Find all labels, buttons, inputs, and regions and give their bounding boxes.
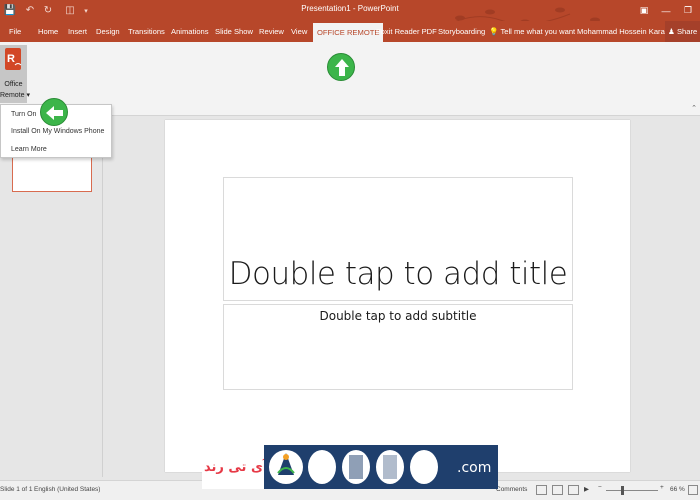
tab-slide-show[interactable]: Slide Show — [215, 21, 253, 42]
subtitle-placeholder[interactable]: Double tap to add subtitle — [223, 304, 573, 390]
title-bar: 💾 ↶ ↻ ◫ ▾ Presentation1 - PowerPoint ▣ —… — [0, 0, 700, 31]
share-person-icon: ♟ — [668, 27, 675, 36]
tab-design[interactable]: Design — [96, 21, 120, 42]
watermark-logo: آی تی رند .com — [202, 445, 498, 489]
normal-view-icon[interactable] — [536, 485, 547, 495]
office-remote-icon: R — [5, 48, 22, 70]
menu-item-learn-more[interactable]: Learn More — [11, 146, 47, 153]
tell-me-text: Tell me what you want to do — [500, 27, 577, 36]
tab-office-remote[interactable]: OFFICE REMOTE — [313, 23, 384, 42]
up-arrow-icon — [327, 53, 355, 81]
zoom-slider[interactable] — [606, 490, 658, 491]
tell-me-box[interactable]: 💡 Tell me what you want to do — [489, 21, 577, 42]
lightbulb-icon: 💡 — [489, 27, 499, 36]
slide-sorter-icon[interactable] — [552, 485, 563, 495]
office-remote-label-line1: Office — [4, 81, 23, 88]
zoom-out-icon[interactable]: − — [598, 484, 602, 491]
menu-item-install-windows-phone[interactable]: Install On My Windows Phone — [11, 128, 104, 135]
slide-thumbnail-1[interactable] — [12, 158, 92, 192]
tab-storyboarding[interactable]: Storyboarding — [438, 21, 485, 42]
watermark-com-text: .com — [457, 460, 492, 476]
share-label: Share — [676, 27, 698, 36]
fit-to-window-icon[interactable] — [688, 485, 698, 495]
reading-view-icon[interactable] — [568, 485, 579, 495]
share-button[interactable]: ♟ Share — [665, 21, 700, 42]
zoom-in-icon[interactable]: + — [660, 484, 664, 491]
zoom-slider-handle[interactable] — [621, 486, 624, 495]
watermark-emblem-icon — [269, 450, 438, 484]
left-arrow-icon — [40, 98, 68, 126]
ribbon-display-options-icon[interactable]: ▣ — [634, 0, 654, 21]
subtitle-placeholder-text: Double tap to add subtitle — [319, 309, 477, 323]
tab-insert[interactable]: Insert — [68, 21, 87, 42]
menu-item-turn-on[interactable]: Turn On — [11, 111, 36, 118]
minimize-icon[interactable]: — — [656, 0, 676, 21]
tab-animations[interactable]: Animations — [171, 21, 209, 42]
slideshow-view-icon[interactable]: ▶ — [584, 485, 589, 493]
zoom-level[interactable]: 66 % — [670, 486, 685, 493]
vertical-scrollbar[interactable] — [688, 117, 700, 477]
tab-file[interactable]: File — [9, 21, 21, 42]
restore-icon[interactable]: ❐ — [678, 0, 698, 21]
watermark-persian-text: آی تی رند — [204, 460, 268, 475]
collapse-ribbon-icon[interactable]: ⌃ — [691, 104, 697, 112]
comments-button[interactable]: Comments — [496, 486, 527, 493]
tab-view[interactable]: View — [291, 21, 307, 42]
title-placeholder-text: Double tap to add title — [228, 256, 568, 292]
slide-counter: Slide 1 of 1 — [0, 486, 33, 493]
tab-review[interactable]: Review — [259, 21, 284, 42]
office-remote-button[interactable]: R Office Remote ▾ — [0, 45, 30, 103]
user-name[interactable]: Mohammad Hossein Karami — [577, 21, 673, 42]
tab-foxit-reader-pdf[interactable]: Foxit Reader PDF — [376, 21, 437, 42]
office-remote-label-line2: Remote ▾ — [0, 92, 30, 99]
svg-text:R: R — [7, 53, 15, 65]
title-placeholder[interactable]: Double tap to add title — [223, 177, 573, 301]
dropdown-caret-icon: ▾ — [24, 92, 30, 99]
language-indicator[interactable]: English (United States) — [34, 486, 100, 493]
tab-home[interactable]: Home — [38, 21, 58, 42]
tab-transitions[interactable]: Transitions — [128, 21, 165, 42]
